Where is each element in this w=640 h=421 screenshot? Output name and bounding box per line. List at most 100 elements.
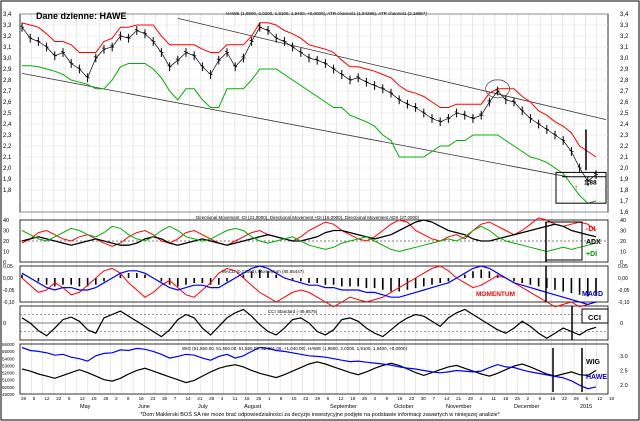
price-right-tick: 3,1 [620,45,629,51]
wig-right-tick: 3.0 [620,354,628,360]
x-month-label: November [446,404,472,410]
dmi-left-tick: 10 [3,250,9,256]
x-month-label: September [330,404,357,410]
x-day-label: 8 [280,396,283,401]
label-momentum: MOMENTUM [476,291,515,298]
macd-right-tick: -0,05 [618,288,630,294]
dmi-left-tick: 40 [3,218,9,224]
x-day-label: 5 [33,396,36,401]
x-day-label: 21 [456,396,462,401]
legend-adx: ADX [586,239,601,246]
x-day-label: 4 [221,396,224,401]
price-right-tick: 2,7 [620,89,629,95]
price-left-tick: 1,8 [3,188,12,194]
x-day-label: 26 [362,396,368,401]
price-right-tick: 1,9 [620,177,629,183]
dmi-right-tick: 40 [620,218,626,224]
x-month-label: 2015 [580,404,592,410]
price-left-tick: 2,4 [3,122,12,128]
dmi-right-tick: 30 [620,229,626,235]
legend-minus-di: -DI [586,226,595,233]
chart-svg: 3,4 3,3 3,2 3,1 3,0 2,9 2,8 2,7 2,6 2,5 2,4 2,3 2,2 2… [0,0,640,421]
x-day-label: 22 [303,396,309,401]
x-day-label: 23 [150,396,156,401]
x-day-label: 30 [421,396,427,401]
dmi-right-tick: 20 [620,239,626,245]
cci-header: CCI Standard (-49,8575) [268,309,318,314]
price-right-tick: 1,8 [620,188,629,194]
cci-left-tick: 0 [3,321,6,327]
wig-left-tick: 51000 [2,378,15,383]
price-right-tick: 1,7 [620,199,629,205]
price-left-tick: 2,7 [3,89,12,95]
wig-left-tick: 50000 [2,385,15,390]
price-right-tick: 2,5 [620,111,629,117]
legend-plus-di: +DI [586,251,597,258]
price-right-tick: 2,4 [620,122,629,128]
wig-left-tick: 52000 [2,371,15,376]
x-day-label: 16 [550,396,556,401]
price-right-tick: 3,2 [620,34,629,40]
macd-right-tick: 0,00 [618,276,628,282]
x-day-label: 30 [162,396,168,401]
price-right-tick: 1,6 [620,210,629,216]
x-day-label: 28 [468,396,474,401]
wig-right-tick: 2.0 [620,383,628,389]
cci-right-tick: 0 [620,321,623,327]
label-cci: CCI [588,313,601,322]
x-day-label: 14 [444,396,450,401]
wig-left-tick: 54000 [2,356,15,361]
price-right-tick: 3,0 [620,56,629,62]
x-day-label: 22 [56,396,62,401]
x-day-label: 4 [480,396,483,401]
price-right-tick: 2,0 [620,166,629,172]
price-left-tick: 2,1 [3,155,12,161]
x-day-label: 2 [115,396,118,401]
x-day-label: 9 [538,396,541,401]
x-day-label: 12 [339,396,345,401]
series-wig [21,361,597,384]
x-day-label: 25 [256,396,262,401]
wig-left-tick: 53000 [2,363,15,368]
x-month-label: June [138,404,150,410]
x-day-label: 7 [433,396,436,401]
wig-left-tick: 55000 [2,349,15,354]
x-day-label: 9 [386,396,389,401]
red-arrow: ↑ [574,183,578,192]
price-right-tick: 2,2 [620,144,629,150]
wig-right-tick: 2.5 [620,368,628,374]
series-atr-lower [22,63,597,204]
x-day-label: 22 [562,396,568,401]
price-left-tick: 3,3 [3,23,12,29]
x-day-label: 28 [209,396,215,401]
x-day-label: 16 [139,396,145,401]
x-day-label: 12 [45,396,51,401]
price-right-tick: 2,3 [620,133,629,139]
x-day-label: 15 [291,396,297,401]
price-right-tick: 2,9 [620,67,629,73]
x-day-label: 18 [503,396,509,401]
wig-left-tick: 49000 [2,392,15,397]
dmi-right-tick: 10 [620,250,626,256]
x-day-label: 19 [350,396,356,401]
x-day-label: 19 [92,396,98,401]
x-day-label: 11 [233,396,238,401]
x-day-label: 23 [409,396,415,401]
price-right-tick: 3,4 [620,12,629,18]
x-day-label: 2 [374,396,377,401]
x-day-label: 9 [127,396,130,401]
label-wig: WIG [586,359,601,366]
label-hawe: HAWE [586,374,607,381]
x-day-label: 16 [397,396,403,401]
macd-left-tick: -0,05 [3,288,15,294]
price-left-tick: 2,2 [3,144,12,150]
x-day-label: 21 [197,396,203,401]
x-day-label: 18 [244,396,250,401]
x-month-label: December [514,404,540,410]
macd-left-tick: 0,00 [3,276,13,282]
macd-left-tick: 0,05 [3,264,13,270]
price-left-tick: 2,0 [3,166,12,172]
price-left-tick: 3,4 [3,12,12,18]
series-price [21,26,597,182]
price-right-tick: 3,3 [620,23,629,29]
